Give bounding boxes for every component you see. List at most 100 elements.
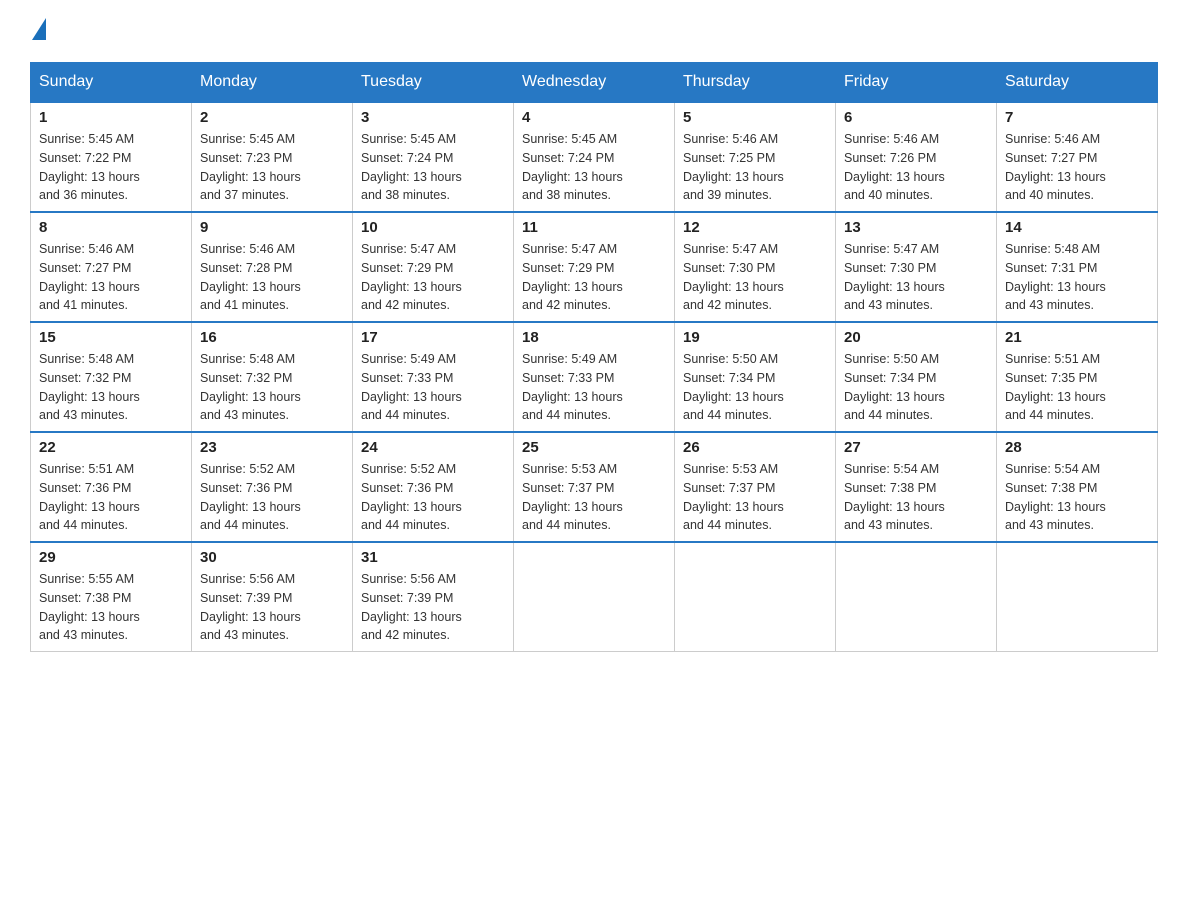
- day-info: Sunrise: 5:48 AMSunset: 7:32 PMDaylight:…: [39, 350, 183, 425]
- day-info: Sunrise: 5:54 AMSunset: 7:38 PMDaylight:…: [844, 460, 988, 535]
- calendar-cell: 3 Sunrise: 5:45 AMSunset: 7:24 PMDaylight…: [353, 102, 514, 212]
- day-number: 24: [361, 439, 505, 456]
- calendar-cell: 31Sunrise: 5:56 AMSunset: 7:39 PMDayligh…: [353, 542, 514, 652]
- calendar-header-saturday: Saturday: [997, 63, 1158, 103]
- day-info: Sunrise: 5:47 AMSunset: 7:30 PMDaylight:…: [844, 240, 988, 315]
- calendar-cell: 26 Sunrise: 5:53 AMSunset: 7:37 PMDayligh…: [675, 432, 836, 542]
- day-info: Sunrise: 5:47 AMSunset: 7:29 PMDaylight:…: [361, 240, 505, 315]
- calendar-week-row: 1 Sunrise: 5:45 AMSunset: 7:22 PMDaylight…: [31, 102, 1158, 212]
- calendar-cell: 23 Sunrise: 5:52 AMSunset: 7:36 PMDayligh…: [192, 432, 353, 542]
- day-info: Sunrise: 5:56 AMSunset: 7:39 PMDaylight:…: [361, 570, 505, 645]
- day-info: Sunrise: 5:49 AMSunset: 7:33 PMDaylight:…: [361, 350, 505, 425]
- day-number: 26: [683, 439, 827, 456]
- calendar-cell: [997, 542, 1158, 652]
- calendar-cell: 24 Sunrise: 5:52 AMSunset: 7:36 PMDayligh…: [353, 432, 514, 542]
- calendar-cell: 17 Sunrise: 5:49 AMSunset: 7:33 PMDayligh…: [353, 322, 514, 432]
- calendar-week-row: 8 Sunrise: 5:46 AMSunset: 7:27 PMDaylight…: [31, 212, 1158, 322]
- calendar-cell: 6 Sunrise: 5:46 AMSunset: 7:26 PMDaylight…: [836, 102, 997, 212]
- calendar-header-sunday: Sunday: [31, 63, 192, 103]
- calendar-table: SundayMondayTuesdayWednesdayThursdayFrid…: [30, 62, 1158, 652]
- calendar-header-tuesday: Tuesday: [353, 63, 514, 103]
- day-info: Sunrise: 5:48 AMSunset: 7:32 PMDaylight:…: [200, 350, 344, 425]
- day-info: Sunrise: 5:45 AMSunset: 7:22 PMDaylight:…: [39, 130, 183, 205]
- day-number: 23: [200, 439, 344, 456]
- calendar-cell: 11Sunrise: 5:47 AMSunset: 7:29 PMDayligh…: [514, 212, 675, 322]
- calendar-cell: 5 Sunrise: 5:46 AMSunset: 7:25 PMDaylight…: [675, 102, 836, 212]
- day-number: 3: [361, 109, 505, 126]
- day-info: Sunrise: 5:46 AMSunset: 7:27 PMDaylight:…: [39, 240, 183, 315]
- day-info: Sunrise: 5:51 AMSunset: 7:35 PMDaylight:…: [1005, 350, 1149, 425]
- day-number: 20: [844, 329, 988, 346]
- day-number: 29: [39, 549, 183, 566]
- day-info: Sunrise: 5:56 AMSunset: 7:39 PMDaylight:…: [200, 570, 344, 645]
- calendar-cell: 10 Sunrise: 5:47 AMSunset: 7:29 PMDayligh…: [353, 212, 514, 322]
- calendar-cell: 22 Sunrise: 5:51 AMSunset: 7:36 PMDayligh…: [31, 432, 192, 542]
- calendar-cell: 13 Sunrise: 5:47 AMSunset: 7:30 PMDayligh…: [836, 212, 997, 322]
- calendar-cell: 19Sunrise: 5:50 AMSunset: 7:34 PMDayligh…: [675, 322, 836, 432]
- page-header: [30, 20, 1158, 42]
- calendar-cell: 25 Sunrise: 5:53 AMSunset: 7:37 PMDayligh…: [514, 432, 675, 542]
- day-number: 21: [1005, 329, 1149, 346]
- day-info: Sunrise: 5:46 AMSunset: 7:26 PMDaylight:…: [844, 130, 988, 205]
- day-number: 8: [39, 219, 183, 236]
- day-number: 22: [39, 439, 183, 456]
- calendar-cell: 27 Sunrise: 5:54 AMSunset: 7:38 PMDayligh…: [836, 432, 997, 542]
- day-number: 17: [361, 329, 505, 346]
- day-info: Sunrise: 5:53 AMSunset: 7:37 PMDaylight:…: [522, 460, 666, 535]
- calendar-cell: 9Sunrise: 5:46 AMSunset: 7:28 PMDaylight…: [192, 212, 353, 322]
- day-number: 13: [844, 219, 988, 236]
- calendar-cell: [675, 542, 836, 652]
- day-info: Sunrise: 5:47 AMSunset: 7:30 PMDaylight:…: [683, 240, 827, 315]
- day-info: Sunrise: 5:50 AMSunset: 7:34 PMDaylight:…: [844, 350, 988, 425]
- day-number: 25: [522, 439, 666, 456]
- day-number: 7: [1005, 109, 1149, 126]
- calendar-cell: 4Sunrise: 5:45 AMSunset: 7:24 PMDaylight…: [514, 102, 675, 212]
- day-info: Sunrise: 5:46 AMSunset: 7:25 PMDaylight:…: [683, 130, 827, 205]
- calendar-cell: [514, 542, 675, 652]
- calendar-cell: 2 Sunrise: 5:45 AMSunset: 7:23 PMDaylight…: [192, 102, 353, 212]
- day-info: Sunrise: 5:45 AMSunset: 7:23 PMDaylight:…: [200, 130, 344, 205]
- day-number: 30: [200, 549, 344, 566]
- day-number: 19: [683, 329, 827, 346]
- day-number: 27: [844, 439, 988, 456]
- day-info: Sunrise: 5:52 AMSunset: 7:36 PMDaylight:…: [361, 460, 505, 535]
- calendar-cell: 16Sunrise: 5:48 AMSunset: 7:32 PMDayligh…: [192, 322, 353, 432]
- calendar-cell: 20 Sunrise: 5:50 AMSunset: 7:34 PMDayligh…: [836, 322, 997, 432]
- calendar-cell: 28 Sunrise: 5:54 AMSunset: 7:38 PMDayligh…: [997, 432, 1158, 542]
- calendar-week-row: 15 Sunrise: 5:48 AMSunset: 7:32 PMDayligh…: [31, 322, 1158, 432]
- day-number: 15: [39, 329, 183, 346]
- logo-triangle-icon: [32, 18, 46, 40]
- day-number: 6: [844, 109, 988, 126]
- calendar-week-row: 29 Sunrise: 5:55 AMSunset: 7:38 PMDayligh…: [31, 542, 1158, 652]
- day-info: Sunrise: 5:51 AMSunset: 7:36 PMDaylight:…: [39, 460, 183, 535]
- day-info: Sunrise: 5:53 AMSunset: 7:37 PMDaylight:…: [683, 460, 827, 535]
- day-number: 11: [522, 219, 666, 236]
- calendar-cell: 15 Sunrise: 5:48 AMSunset: 7:32 PMDayligh…: [31, 322, 192, 432]
- day-info: Sunrise: 5:54 AMSunset: 7:38 PMDaylight:…: [1005, 460, 1149, 535]
- day-number: 12: [683, 219, 827, 236]
- calendar-header-friday: Friday: [836, 63, 997, 103]
- calendar-week-row: 22 Sunrise: 5:51 AMSunset: 7:36 PMDayligh…: [31, 432, 1158, 542]
- day-number: 10: [361, 219, 505, 236]
- calendar-cell: 29 Sunrise: 5:55 AMSunset: 7:38 PMDayligh…: [31, 542, 192, 652]
- day-info: Sunrise: 5:45 AMSunset: 7:24 PMDaylight:…: [361, 130, 505, 205]
- day-info: Sunrise: 5:49 AMSunset: 7:33 PMDaylight:…: [522, 350, 666, 425]
- logo: [30, 20, 46, 42]
- day-number: 2: [200, 109, 344, 126]
- calendar-cell: 1 Sunrise: 5:45 AMSunset: 7:22 PMDaylight…: [31, 102, 192, 212]
- day-number: 14: [1005, 219, 1149, 236]
- day-info: Sunrise: 5:46 AMSunset: 7:27 PMDaylight:…: [1005, 130, 1149, 205]
- calendar-header-row: SundayMondayTuesdayWednesdayThursdayFrid…: [31, 63, 1158, 103]
- calendar-cell: 8 Sunrise: 5:46 AMSunset: 7:27 PMDaylight…: [31, 212, 192, 322]
- day-number: 5: [683, 109, 827, 126]
- day-info: Sunrise: 5:55 AMSunset: 7:38 PMDaylight:…: [39, 570, 183, 645]
- calendar-cell: [836, 542, 997, 652]
- calendar-header-thursday: Thursday: [675, 63, 836, 103]
- day-number: 28: [1005, 439, 1149, 456]
- calendar-cell: 14 Sunrise: 5:48 AMSunset: 7:31 PMDayligh…: [997, 212, 1158, 322]
- day-info: Sunrise: 5:46 AMSunset: 7:28 PMDaylight:…: [200, 240, 344, 315]
- day-number: 1: [39, 109, 183, 126]
- calendar-cell: 12 Sunrise: 5:47 AMSunset: 7:30 PMDayligh…: [675, 212, 836, 322]
- day-info: Sunrise: 5:48 AMSunset: 7:31 PMDaylight:…: [1005, 240, 1149, 315]
- day-info: Sunrise: 5:52 AMSunset: 7:36 PMDaylight:…: [200, 460, 344, 535]
